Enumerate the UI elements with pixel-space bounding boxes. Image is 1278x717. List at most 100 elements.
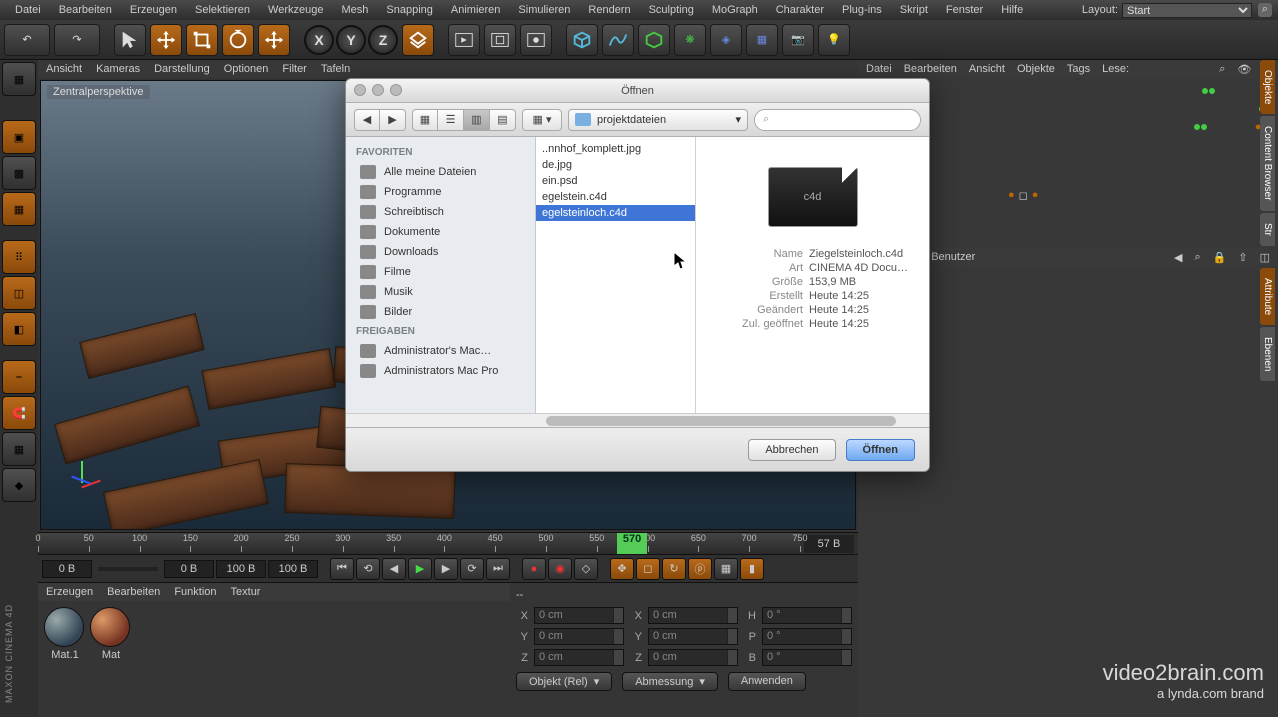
view-tafeln[interactable]: Tafeln bbox=[321, 63, 350, 75]
goto-start-button[interactable]: ⏮ bbox=[330, 558, 354, 580]
om-ansicht[interactable]: Ansicht bbox=[969, 63, 1005, 75]
key-scale-button[interactable]: ◻ bbox=[636, 558, 660, 580]
coord-system-toggle[interactable] bbox=[402, 24, 434, 56]
texture-mode-button[interactable]: ▩ bbox=[2, 156, 36, 190]
am-search-icon[interactable]: ⌕ bbox=[1195, 251, 1201, 264]
sidebar-item[interactable]: Schreibtisch bbox=[346, 202, 535, 222]
viewport-solo-button[interactable]: ◆ bbox=[2, 468, 36, 502]
coord-apply-button[interactable]: Anwenden bbox=[728, 672, 806, 691]
add-cube-button[interactable] bbox=[566, 24, 598, 56]
coord-pos-field[interactable]: 0 cm bbox=[534, 607, 624, 624]
scale-tool[interactable] bbox=[186, 24, 218, 56]
zoom-icon[interactable] bbox=[390, 84, 402, 96]
file-list-item[interactable]: ein.psd bbox=[536, 173, 695, 189]
coord-rot-field[interactable]: 0 ° bbox=[762, 607, 852, 624]
om-bearbeiten[interactable]: Bearbeiten bbox=[904, 63, 957, 75]
key-pla-button[interactable]: ▦ bbox=[714, 558, 738, 580]
model-mode-button[interactable]: ▣ bbox=[2, 120, 36, 154]
material-item[interactable]: Mat bbox=[90, 607, 132, 661]
workplane2-button[interactable]: ▦ bbox=[2, 432, 36, 466]
make-editable-button[interactable]: ▦ bbox=[2, 62, 36, 96]
live-select-tool[interactable] bbox=[114, 24, 146, 56]
next-key-button[interactable]: ▶ bbox=[434, 558, 458, 580]
search-field[interactable]: ⌕ bbox=[754, 109, 921, 131]
coord-size-field[interactable]: 0 cm bbox=[648, 649, 738, 666]
coord-rot-field[interactable]: 0 ° bbox=[762, 628, 852, 645]
view-kameras[interactable]: Kameras bbox=[96, 63, 140, 75]
am-back-icon[interactable]: ◀ bbox=[1174, 251, 1182, 264]
menu-simulieren[interactable]: Simulieren bbox=[509, 4, 579, 16]
file-list-item[interactable]: egelstein.c4d bbox=[536, 189, 695, 205]
animation-mode-button[interactable]: ▮ bbox=[740, 558, 764, 580]
menu-hilfe[interactable]: Hilfe bbox=[992, 4, 1032, 16]
mat-bearbeiten[interactable]: Bearbeiten bbox=[107, 586, 160, 598]
add-spline-button[interactable] bbox=[602, 24, 634, 56]
coord-rot-field[interactable]: 0 ° bbox=[762, 649, 852, 666]
tab-attribute[interactable]: Attribute bbox=[1260, 268, 1275, 325]
layout-select[interactable]: Start bbox=[1122, 3, 1252, 18]
tab-content-browser[interactable]: Content Browser bbox=[1260, 116, 1275, 210]
coord-mode-select[interactable]: Objekt (Rel)▾ bbox=[516, 672, 612, 691]
menu-rendern[interactable]: Rendern bbox=[579, 4, 639, 16]
x-axis-lock[interactable]: X bbox=[304, 25, 334, 55]
tab-ebenen[interactable]: Ebenen bbox=[1260, 327, 1275, 381]
view-coverflow-button[interactable]: ▤ bbox=[490, 109, 516, 131]
mat-funktion[interactable]: Funktion bbox=[174, 586, 216, 598]
range-start2-field[interactable]: 0 B bbox=[164, 560, 214, 578]
render-region-button[interactable] bbox=[484, 24, 516, 56]
file-list[interactable]: ..nnhof_komplett.jpgde.jpgein.psdegelste… bbox=[536, 137, 696, 413]
key-param-button[interactable]: ⓟ bbox=[688, 558, 712, 580]
last-tool[interactable] bbox=[258, 24, 290, 56]
sidebar-item[interactable]: Administrator's Mac… bbox=[346, 341, 535, 361]
om-objekte[interactable]: Objekte bbox=[1017, 63, 1055, 75]
add-generator-button[interactable]: ❋ bbox=[674, 24, 706, 56]
tag-icon[interactable]: ● bbox=[1008, 189, 1015, 201]
menu-selektieren[interactable]: Selektieren bbox=[186, 4, 259, 16]
om-search-icon[interactable]: ⌕ bbox=[1219, 63, 1225, 76]
workplane-button[interactable]: ▦ bbox=[2, 192, 36, 226]
tag-icon[interactable]: ● bbox=[1032, 189, 1039, 201]
timeline-playhead[interactable]: 570 bbox=[617, 533, 647, 554]
snap-button[interactable]: 🧲 bbox=[2, 396, 36, 430]
om-datei[interactable]: Datei bbox=[866, 63, 892, 75]
view-filter[interactable]: Filter bbox=[282, 63, 306, 75]
file-list-item[interactable]: ..nnhof_komplett.jpg bbox=[536, 141, 695, 157]
add-nurbs-button[interactable] bbox=[638, 24, 670, 56]
search-icon[interactable]: ⌕ bbox=[1258, 3, 1272, 17]
menu-sculpting[interactable]: Sculpting bbox=[640, 4, 703, 16]
view-list-button[interactable]: ☰ bbox=[438, 109, 464, 131]
step-back-button[interactable]: ⟲ bbox=[356, 558, 380, 580]
material-item[interactable]: Mat.1 bbox=[44, 607, 86, 661]
coord-size-field[interactable]: 0 cm bbox=[648, 628, 738, 645]
add-deformer-button[interactable]: ◈ bbox=[710, 24, 742, 56]
goto-end-button[interactable]: ⏭ bbox=[486, 558, 510, 580]
nav-forward-button[interactable]: ▶ bbox=[380, 109, 406, 131]
om-eye-icon[interactable]: 👁 bbox=[1237, 63, 1251, 76]
redo-button[interactable]: ↷ bbox=[54, 24, 100, 56]
menu-bearbeiten[interactable]: Bearbeiten bbox=[50, 4, 121, 16]
arrange-button[interactable]: ▦ ▾ bbox=[522, 109, 562, 131]
file-list-item[interactable]: egelsteinloch.c4d bbox=[536, 205, 695, 221]
menu-mesh[interactable]: Mesh bbox=[332, 4, 377, 16]
tab-objekte[interactable]: Objekte bbox=[1260, 60, 1275, 114]
add-camera-button[interactable]: 📷 bbox=[782, 24, 814, 56]
view-ansicht[interactable]: Ansicht bbox=[46, 63, 82, 75]
file-list-item[interactable]: de.jpg bbox=[536, 157, 695, 173]
open-button[interactable]: Öffnen bbox=[846, 439, 915, 461]
edges-mode-button[interactable]: ◫ bbox=[2, 276, 36, 310]
menu-skript[interactable]: Skript bbox=[891, 4, 937, 16]
points-mode-button[interactable]: ⠿ bbox=[2, 240, 36, 274]
view-darstellung[interactable]: Darstellung bbox=[154, 63, 210, 75]
keyframe-sel-button[interactable]: ◇ bbox=[574, 558, 598, 580]
sidebar-item[interactable]: Downloads bbox=[346, 242, 535, 262]
step-fwd-button[interactable]: ⟳ bbox=[460, 558, 484, 580]
am-benutzer[interactable]: Benutzer bbox=[931, 251, 975, 263]
sidebar-item[interactable]: Administrators Mac Pro bbox=[346, 361, 535, 381]
view-optionen[interactable]: Optionen bbox=[224, 63, 269, 75]
sidebar-item[interactable]: Filme bbox=[346, 262, 535, 282]
axis-button[interactable]: ⎯ bbox=[2, 360, 36, 394]
path-dropdown[interactable]: projektdateien ▾ bbox=[568, 109, 748, 131]
menu-animieren[interactable]: Animieren bbox=[442, 4, 510, 16]
sidebar-item[interactable]: Alle meine Dateien bbox=[346, 162, 535, 182]
range-end-field[interactable]: 100 B bbox=[216, 560, 266, 578]
